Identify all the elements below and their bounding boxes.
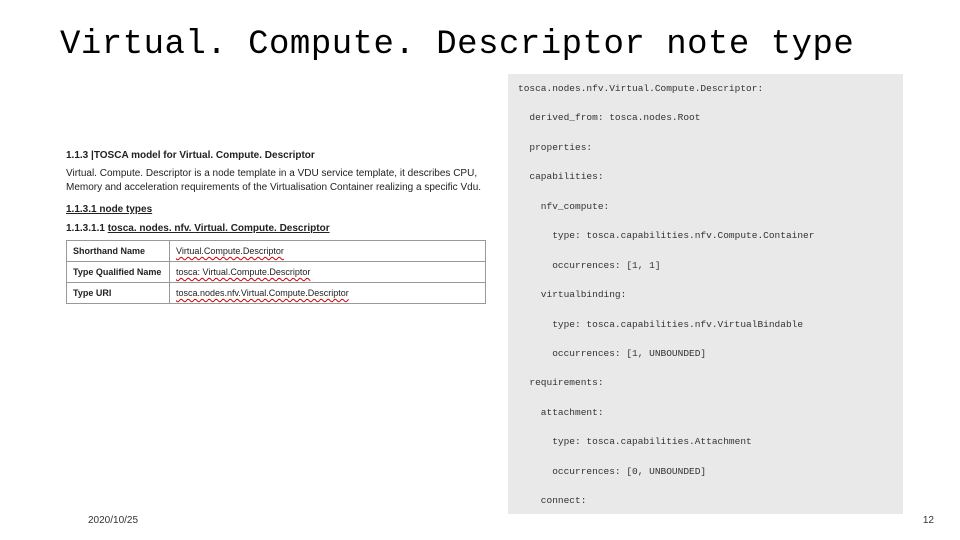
sec1-name: Virtual. Compute. Descriptor bbox=[179, 150, 314, 161]
sec1-prefix: TOSCA model for bbox=[94, 150, 180, 161]
slide-title: Virtual. Compute. Descriptor note type bbox=[60, 26, 854, 64]
table-row: Type Qualified Name tosca: Virtual.Compu… bbox=[67, 262, 486, 283]
page-number: 12 bbox=[923, 515, 934, 526]
sec3-num: 1.1.3.1.1 bbox=[66, 223, 105, 234]
sec1-num: 1.1.3 bbox=[66, 150, 88, 161]
cell-label: Type URI bbox=[67, 283, 170, 304]
sec3-name: Virtual. Compute. Descriptor bbox=[194, 223, 329, 234]
left-document: 1.1.3 |TOSCA model for Virtual. Compute.… bbox=[66, 150, 486, 304]
definition-table: Shorthand Name Virtual.Compute.Descripto… bbox=[66, 240, 486, 304]
section-heading-1: 1.1.3 |TOSCA model for Virtual. Compute.… bbox=[66, 150, 486, 161]
cell-value: tosca: Virtual.Compute.Descriptor bbox=[170, 262, 486, 283]
code-panel: tosca.nodes.nfv.Virtual.Compute.Descript… bbox=[508, 74, 903, 514]
table-row: Type URI tosca.nodes.nfv.Virtual.Compute… bbox=[67, 283, 486, 304]
section-heading-2: 1.1.3.1 node types bbox=[66, 204, 486, 215]
table-row: Shorthand Name Virtual.Compute.Descripto… bbox=[67, 241, 486, 262]
sec3-prefix: tosca. nodes. nfv. bbox=[108, 223, 195, 234]
section-paragraph: Virtual. Compute. Descriptor is a node t… bbox=[66, 167, 486, 194]
footer-date: 2020/10/25 bbox=[88, 515, 138, 526]
cell-value: Virtual.Compute.Descriptor bbox=[170, 241, 486, 262]
section-heading-3: 1.1.3.1.1 tosca. nodes. nfv. Virtual. Co… bbox=[66, 223, 486, 234]
cell-value: tosca.nodes.nfv.Virtual.Compute.Descript… bbox=[170, 283, 486, 304]
cell-label: Shorthand Name bbox=[67, 241, 170, 262]
cell-label: Type Qualified Name bbox=[67, 262, 170, 283]
